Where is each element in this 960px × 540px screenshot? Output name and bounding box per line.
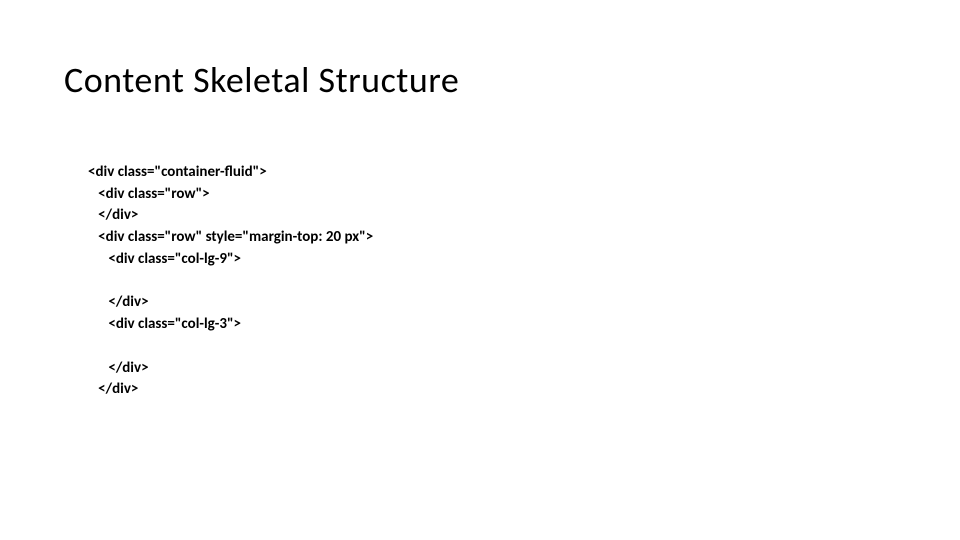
code-line: </div> bbox=[88, 293, 149, 311]
code-line: <div class="container-fluid"> bbox=[88, 163, 267, 181]
code-line: </div> bbox=[88, 206, 138, 224]
code-block: <div class="container-fluid"> <div class… bbox=[88, 140, 373, 401]
code-line: </div> bbox=[88, 380, 138, 398]
code-line: <div class="row"> bbox=[88, 185, 210, 203]
code-line: <div class="col-lg-9"> bbox=[88, 250, 241, 268]
code-line: <div class="row" style="margin-top: 20 p… bbox=[88, 228, 373, 246]
page-title: Content Skeletal Structure bbox=[64, 58, 459, 102]
code-line: </div> bbox=[88, 359, 149, 377]
code-line: <div class="col-lg-3"> bbox=[88, 315, 241, 333]
